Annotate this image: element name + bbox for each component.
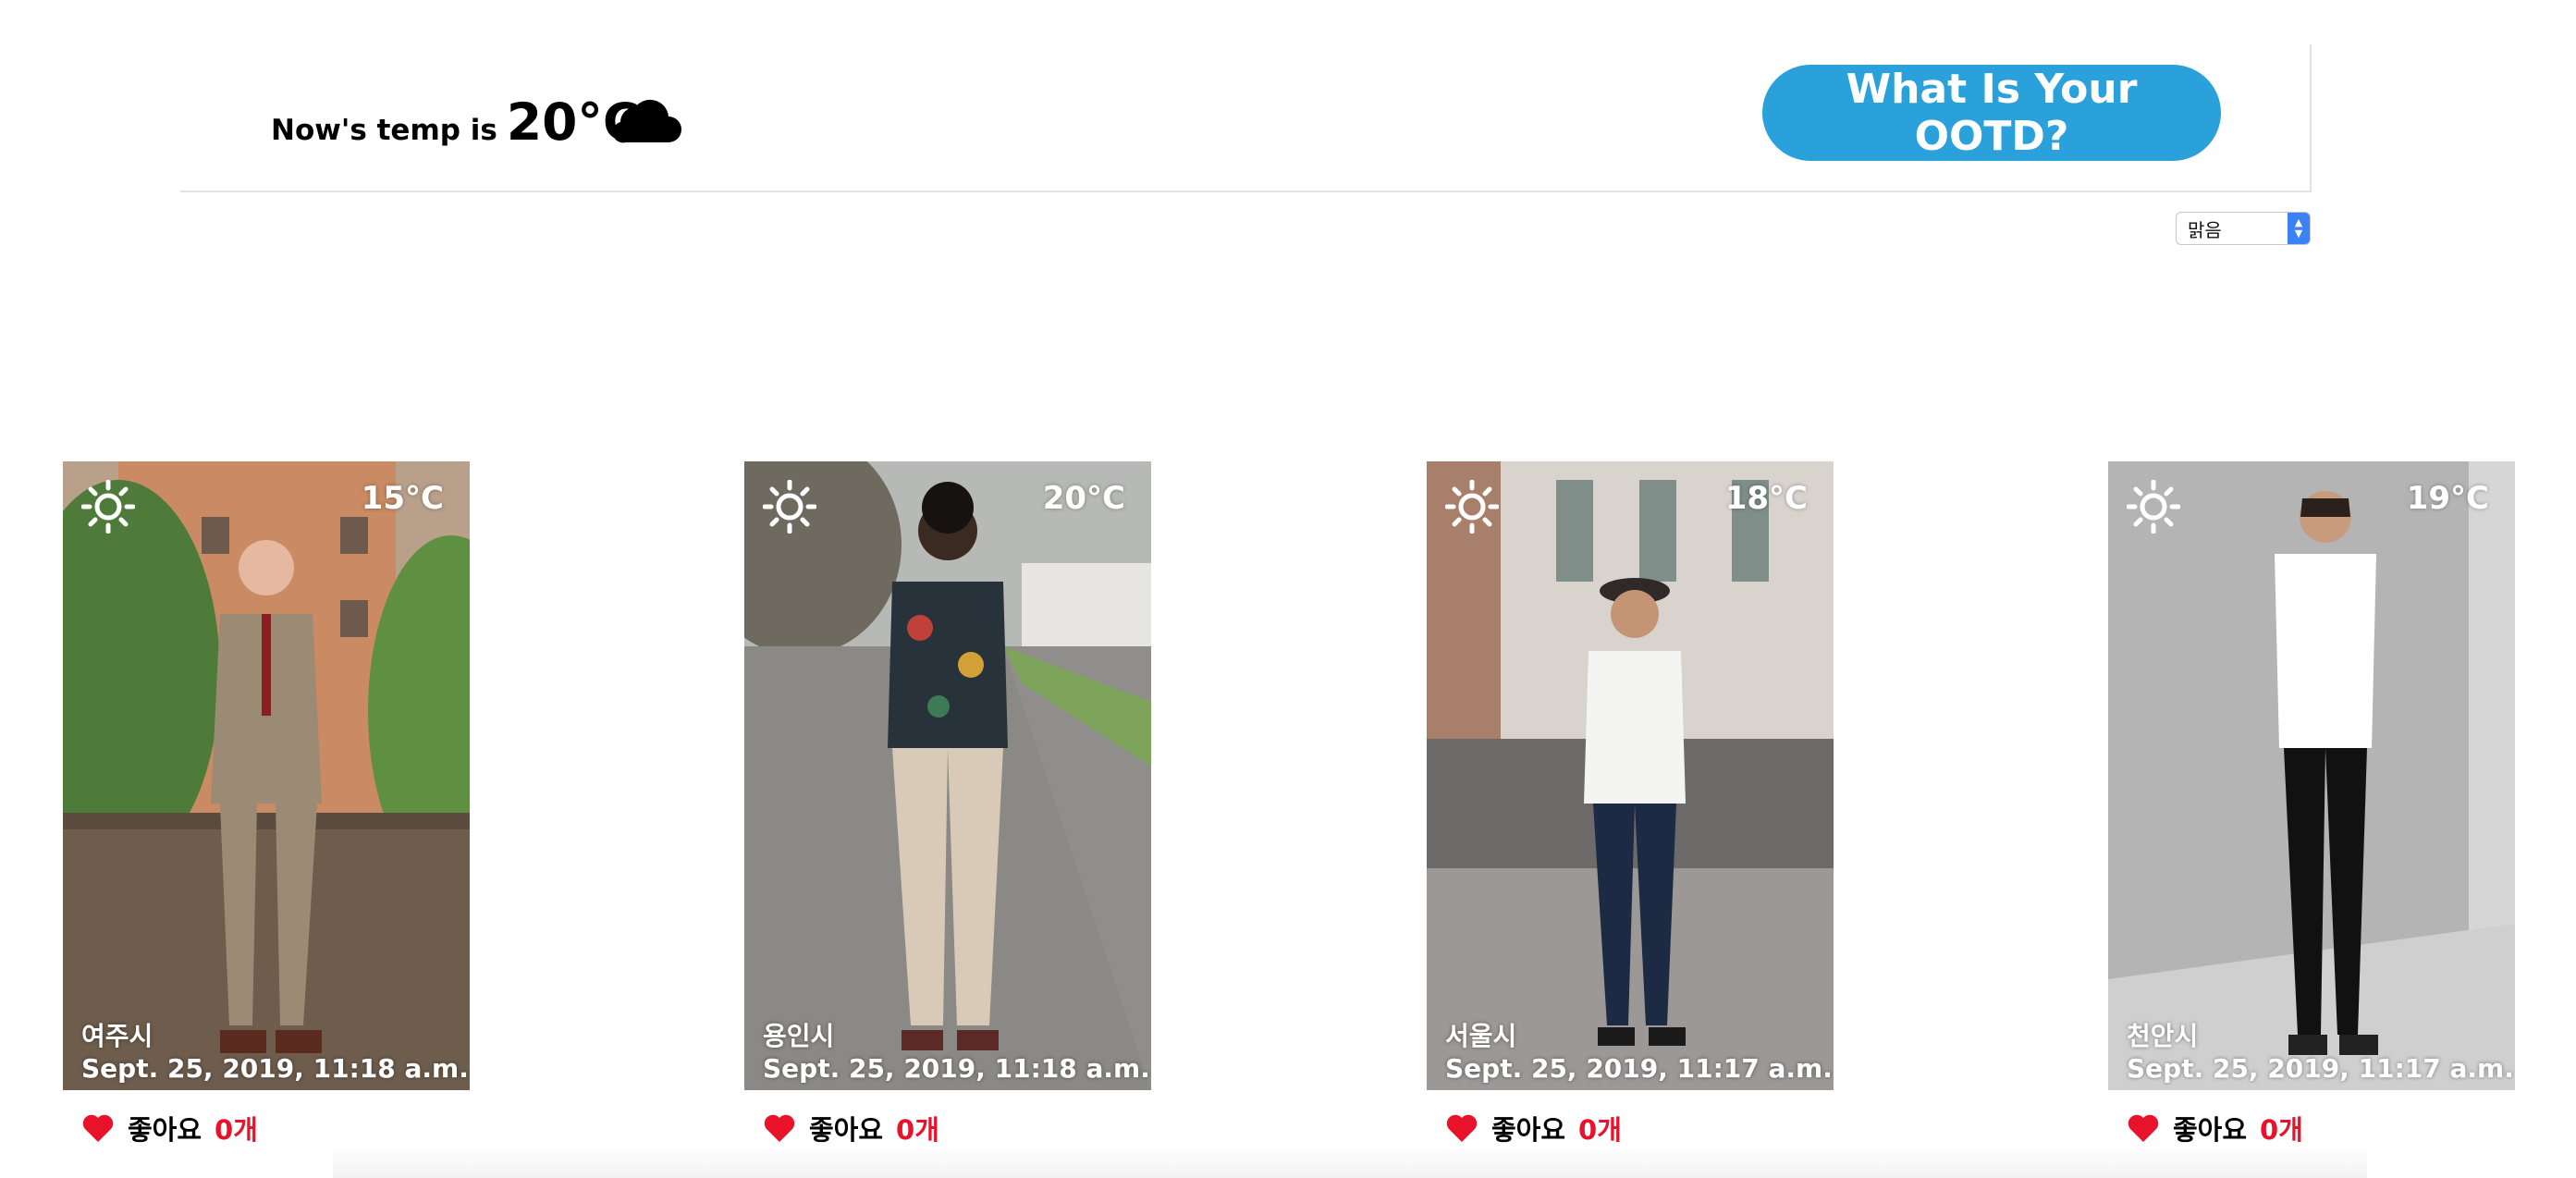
outfit-photo[interactable]: 19°C 천안시 Sept. 25, 2019, 11:17 a.m. xyxy=(2108,461,2515,1090)
heart-icon[interactable] xyxy=(763,1113,796,1143)
bottom-fade xyxy=(333,1145,2367,1178)
card-temperature: 15°C xyxy=(361,480,444,517)
like-count: 0개 xyxy=(215,1114,258,1146)
heart-icon[interactable] xyxy=(1445,1113,1478,1143)
card-date: Sept. 25, 2019, 11:17 a.m. xyxy=(2127,1053,2514,1084)
card-date: Sept. 25, 2019, 11:18 a.m. xyxy=(81,1053,469,1084)
card-city: 천안시 xyxy=(2127,1021,2199,1051)
weather-filter-value: 맑음 xyxy=(2188,218,2222,241)
card-city: 용인시 xyxy=(763,1021,835,1051)
like-label: 좋아요 xyxy=(1491,1114,1566,1146)
sun-icon xyxy=(81,480,135,534)
card-city: 여주시 xyxy=(81,1021,153,1051)
card-temperature: 19°C xyxy=(2406,480,2489,517)
what-is-your-ootd-button[interactable]: What Is Your OOTD? xyxy=(1762,65,2221,161)
card-city: 서울시 xyxy=(1445,1021,1517,1051)
current-temperature: Now's temp is 20°C xyxy=(271,92,640,152)
weather-filter-select[interactable]: 맑음 ▲ ▼ xyxy=(2176,212,2311,245)
like-count: 0개 xyxy=(896,1114,939,1146)
person-figure xyxy=(211,540,322,1053)
like-row: 좋아요 0개 xyxy=(2127,1109,2303,1147)
outfit-photo[interactable]: 18°C 서울시 Sept. 25, 2019, 11:17 a.m. xyxy=(1427,461,1834,1090)
like-count: 0개 xyxy=(1578,1114,1622,1146)
heart-icon[interactable] xyxy=(81,1113,115,1143)
chevron-updown-icon: ▲ ▼ xyxy=(2288,213,2310,244)
card-temperature: 18°C xyxy=(1724,480,1808,517)
ootd-card[interactable]: 18°C 서울시 Sept. 25, 2019, 11:17 a.m. 좋아요 … xyxy=(1427,461,1834,1146)
person-figure xyxy=(1584,578,1686,1046)
ootd-card[interactable]: 15°C 여주시 Sept. 25, 2019, 11:18 a.m. 좋아요 … xyxy=(63,461,470,1146)
header-bar: Now's temp is 20°C What Is Your OOTD? xyxy=(180,44,2312,192)
like-row: 좋아요 0개 xyxy=(763,1109,939,1147)
cloud-icon xyxy=(612,99,681,143)
like-row: 좋아요 0개 xyxy=(1445,1109,1622,1147)
outfit-photo[interactable]: 15°C 여주시 Sept. 25, 2019, 11:18 a.m. xyxy=(63,461,470,1090)
sun-icon xyxy=(1445,480,1499,534)
temp-prefix: Now's temp is xyxy=(271,114,497,147)
person-figure xyxy=(2275,491,2378,1055)
card-date: Sept. 25, 2019, 11:18 a.m. xyxy=(763,1053,1150,1084)
like-label: 좋아요 xyxy=(2173,1114,2248,1146)
person-figure xyxy=(888,482,1008,1050)
card-temperature: 20°C xyxy=(1042,480,1125,517)
sun-icon xyxy=(2127,480,2180,534)
ootd-card[interactable]: 19°C 천안시 Sept. 25, 2019, 11:17 a.m. 좋아요 … xyxy=(2108,461,2515,1146)
like-label: 좋아요 xyxy=(128,1114,202,1146)
like-label: 좋아요 xyxy=(809,1114,884,1146)
ootd-card[interactable]: 20°C 용인시 Sept. 25, 2019, 11:18 a.m. 좋아요 … xyxy=(744,461,1151,1146)
card-date: Sept. 25, 2019, 11:17 a.m. xyxy=(1445,1053,1833,1084)
sun-icon xyxy=(763,480,816,534)
heart-icon[interactable] xyxy=(2127,1113,2160,1143)
like-count: 0개 xyxy=(2260,1114,2303,1146)
like-row: 좋아요 0개 xyxy=(81,1109,258,1147)
outfit-photo[interactable]: 20°C 용인시 Sept. 25, 2019, 11:18 a.m. xyxy=(744,461,1151,1090)
